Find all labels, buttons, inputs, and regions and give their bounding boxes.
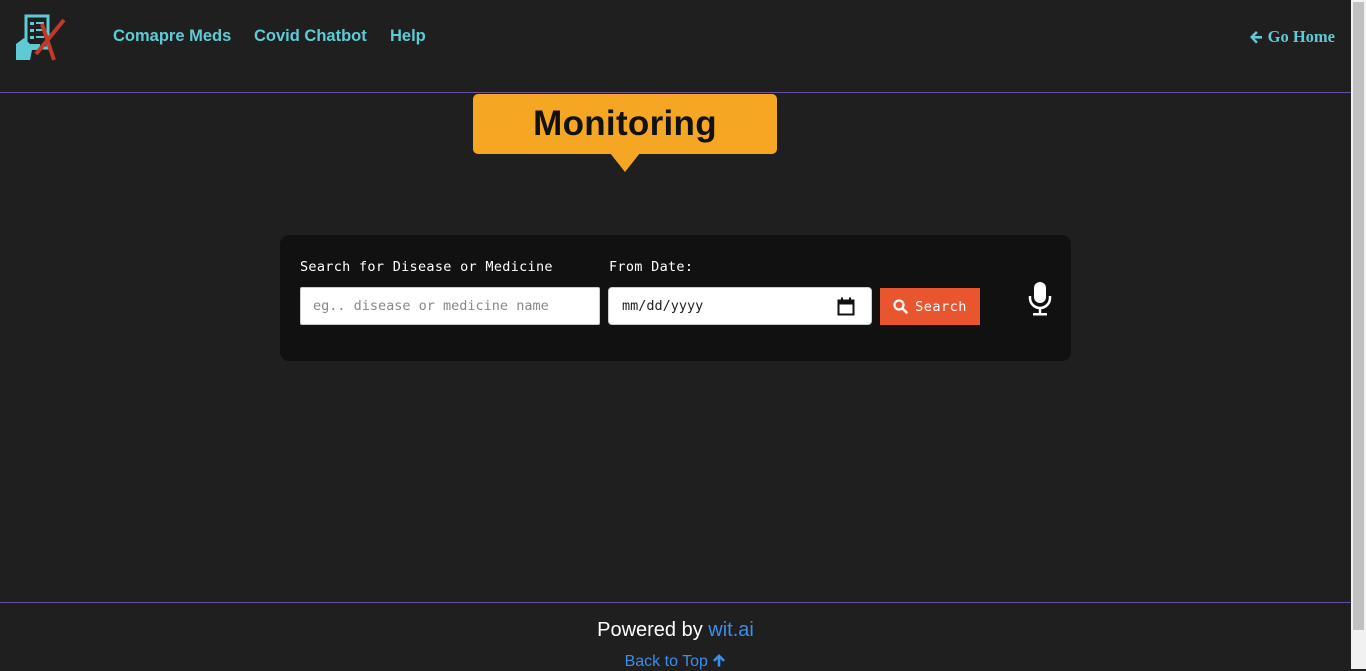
disease-label: Search for Disease or Medicine xyxy=(300,259,553,275)
badge-pointer xyxy=(610,153,640,172)
disease-search-input[interactable] xyxy=(300,287,600,325)
go-home-link[interactable]: Go Home xyxy=(1249,27,1335,47)
nav-link-covid-chatbot[interactable]: Covid Chatbot xyxy=(254,27,367,46)
from-date-input[interactable]: mm/dd/yyyy xyxy=(608,287,872,325)
nav-link-help[interactable]: Help xyxy=(390,27,426,46)
arrow-up-icon xyxy=(713,654,726,667)
search-button-label: Search xyxy=(915,298,967,315)
date-label: From Date: xyxy=(609,259,694,275)
go-home-label: Go Home xyxy=(1267,27,1335,46)
powered-by: Powered by wit.ai xyxy=(0,619,1351,642)
search-icon xyxy=(893,299,908,314)
scrollbar[interactable] xyxy=(1351,0,1366,669)
search-button[interactable]: Search xyxy=(880,288,980,325)
wit-ai-link[interactable]: wit.ai xyxy=(708,619,754,641)
scrollbar-thumb[interactable] xyxy=(1353,2,1364,630)
footer: Powered by wit.ai Back to Top xyxy=(0,602,1351,670)
monitoring-badge: Monitoring xyxy=(473,94,777,174)
powered-by-text: Powered by xyxy=(597,619,703,641)
back-to-top-label: Back to Top xyxy=(624,653,708,670)
search-card: Search for Disease or Medicine From Date… xyxy=(280,235,1071,361)
calendar-icon[interactable] xyxy=(837,297,855,316)
badge-box: Monitoring xyxy=(473,94,777,154)
back-to-top-link[interactable]: Back to Top xyxy=(0,653,1351,671)
app-logo-icon[interactable] xyxy=(14,14,66,64)
page: Comapre Meds Covid Chatbot Help Go Home … xyxy=(0,0,1351,670)
date-placeholder: mm/dd/yyyy xyxy=(622,298,704,314)
badge-title: Monitoring xyxy=(533,104,717,143)
microphone-icon[interactable] xyxy=(1028,281,1052,317)
navbar: Comapre Meds Covid Chatbot Help Go Home xyxy=(0,0,1351,93)
nav-link-compare-meds[interactable]: Comapre Meds xyxy=(113,27,231,46)
arrow-left-icon xyxy=(1249,31,1262,44)
